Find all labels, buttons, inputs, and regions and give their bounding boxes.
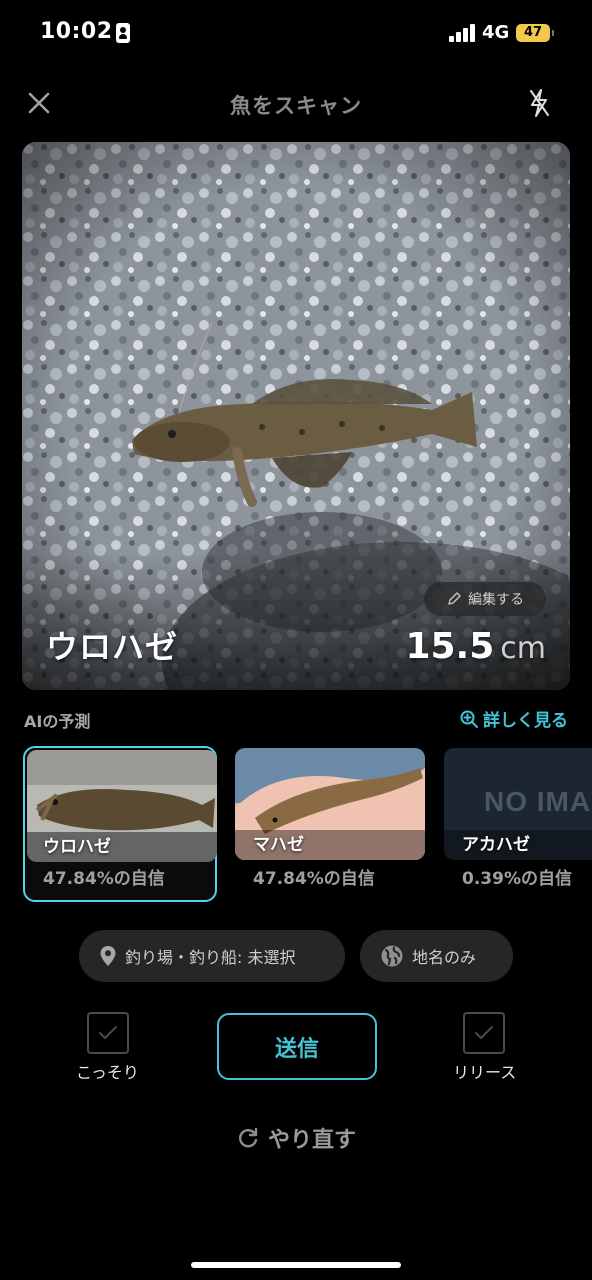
cellular-signal-icon bbox=[449, 24, 477, 42]
release-checkbox[interactable] bbox=[463, 1012, 505, 1054]
page-title: 魚をスキャン bbox=[230, 94, 362, 118]
fish-length: 15.5 cm bbox=[405, 626, 546, 667]
prediction-confidence: 47.84%の自信 bbox=[253, 869, 375, 889]
zoom-in-icon bbox=[460, 710, 478, 728]
prediction-name: アカハゼ bbox=[462, 835, 530, 855]
species-name: ウロハゼ bbox=[46, 628, 179, 666]
header: 魚をスキャン bbox=[0, 78, 592, 130]
edit-label: 編集する bbox=[468, 592, 524, 608]
checkmark-icon bbox=[99, 1026, 117, 1039]
globe-icon bbox=[381, 945, 403, 967]
release-label: リリース bbox=[453, 1063, 517, 1082]
prediction-confidence: 47.84%の自信 bbox=[43, 869, 165, 889]
prediction-card[interactable]: NO IMAGE アカハゼ 0.39%の自信 bbox=[444, 748, 592, 900]
contact-card-icon bbox=[116, 23, 130, 43]
secret-label: こっそり bbox=[76, 1063, 139, 1082]
secret-checkbox[interactable] bbox=[87, 1012, 129, 1054]
length-unit: cm bbox=[500, 631, 546, 666]
prediction-name: マハゼ bbox=[253, 835, 304, 855]
region-only-toggle[interactable]: 地名のみ bbox=[360, 930, 513, 982]
flash-toggle-button[interactable] bbox=[522, 86, 556, 120]
retry-label: やり直す bbox=[267, 1128, 356, 1153]
fishing-spot-selector[interactable]: 釣り場・釣り船: 未選択 bbox=[79, 930, 345, 982]
retry-button[interactable]: やり直す bbox=[0, 1122, 592, 1154]
edit-button[interactable]: 編集する bbox=[424, 582, 546, 616]
view-details-label: 詳しく見る bbox=[483, 711, 568, 731]
length-value: 15.5 bbox=[405, 626, 495, 667]
pencil-icon bbox=[448, 592, 461, 605]
prediction-confidence: 0.39%の自信 bbox=[462, 869, 572, 889]
location-pin-icon bbox=[100, 946, 116, 966]
prediction-card[interactable]: マハゼ 47.84%の自信 bbox=[235, 748, 425, 900]
battery-indicator: 47 bbox=[516, 24, 554, 42]
prediction-name: ウロハゼ bbox=[43, 837, 111, 857]
view-details-link[interactable]: 詳しく見る bbox=[459, 706, 568, 731]
flash-off-icon bbox=[530, 89, 549, 117]
fishing-spot-label: 釣り場・釣り船: 未選択 bbox=[125, 948, 296, 967]
redo-icon bbox=[238, 1127, 258, 1148]
prediction-card[interactable]: ウロハゼ 47.84%の自信 bbox=[23, 746, 217, 902]
ai-prediction-label: AIの予測 bbox=[24, 712, 91, 731]
network-type: 4G bbox=[482, 22, 510, 43]
home-indicator[interactable] bbox=[191, 1262, 401, 1268]
status-time: 10:02 bbox=[40, 19, 113, 44]
region-only-label: 地名のみ bbox=[412, 948, 477, 967]
status-bar: 10:02 4G 47 bbox=[0, 0, 592, 70]
no-image-placeholder: NO IMAGE bbox=[484, 786, 592, 817]
checkmark-icon bbox=[475, 1026, 493, 1039]
send-button[interactable]: 送信 bbox=[217, 1013, 377, 1080]
